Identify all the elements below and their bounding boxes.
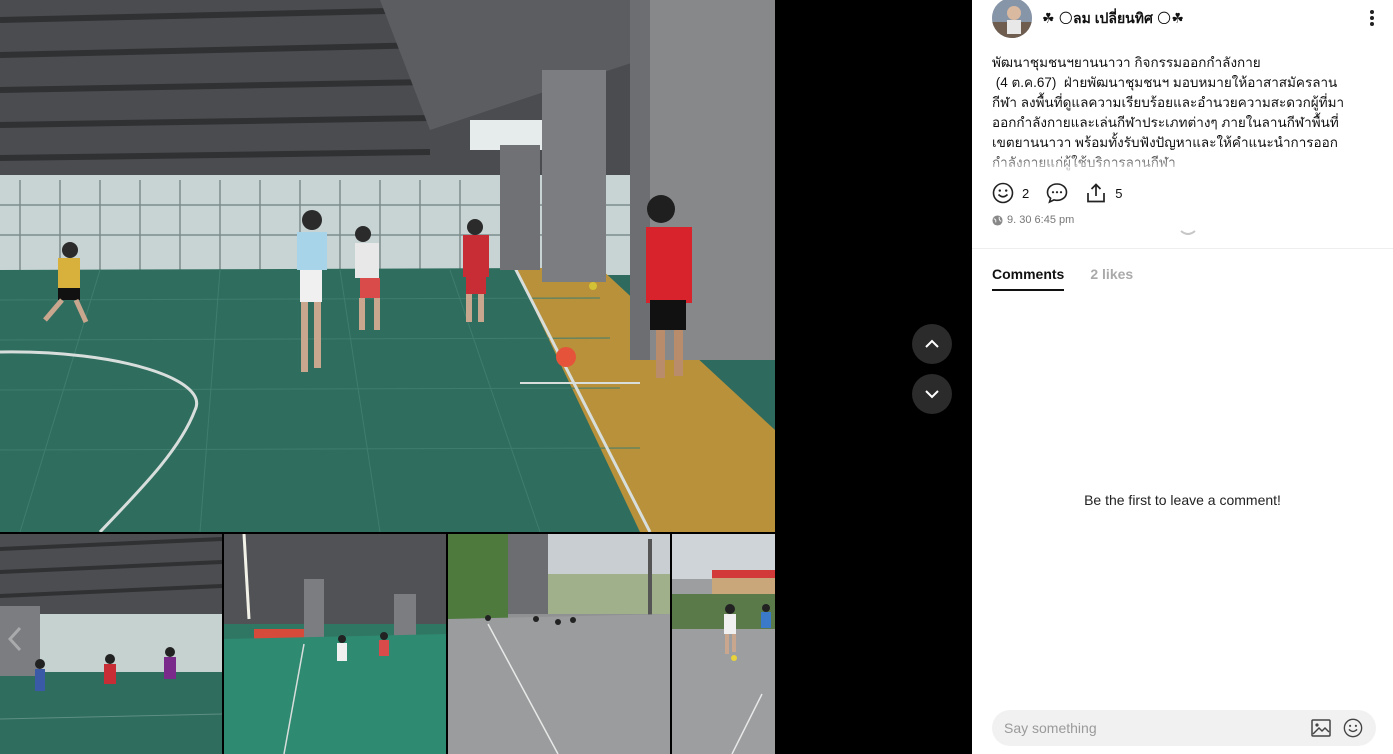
attach-image-button[interactable] — [1310, 717, 1332, 739]
emoji-button[interactable] — [1342, 717, 1364, 739]
reaction-button[interactable]: 2 — [992, 182, 1029, 204]
thumbnail-strip — [0, 534, 775, 754]
image-icon — [1311, 719, 1331, 737]
main-photo[interactable] — [0, 0, 775, 532]
thumbnail-1[interactable] — [0, 534, 222, 754]
post-panel: ☘ 🌕ลม เปลี่ยนทิศ 🌕☘ พัฒนาชุมชนฯยานนาวา ก… — [972, 0, 1393, 754]
emoji-icon — [1343, 718, 1363, 738]
divider — [972, 248, 1393, 249]
comment-tabs: Comments 2 likes — [992, 266, 1159, 291]
globe-icon — [992, 214, 1003, 226]
comment-input[interactable] — [1004, 720, 1300, 736]
share-count: 5 — [1115, 185, 1123, 201]
post-caption: พัฒนาชุมชนฯยานนาวา กิจกรรมออกกำลังกาย (4… — [992, 53, 1354, 173]
empty-comments-message: Be the first to leave a comment! — [1084, 492, 1281, 508]
author-name[interactable]: ☘ 🌕ลม เปลี่ยนทิศ 🌕☘ — [1042, 8, 1184, 30]
chevron-down-icon — [925, 390, 939, 399]
post-timestamp: 9. 30 6:45 pm — [992, 214, 1074, 226]
chevron-up-icon — [925, 339, 939, 348]
next-post-button[interactable] — [912, 374, 952, 414]
avatar[interactable] — [992, 0, 1032, 38]
thumbnail-2[interactable] — [224, 534, 446, 754]
post-actions: 2 5 — [992, 181, 1138, 205]
reaction-count: 2 — [1022, 185, 1030, 201]
post-header: ☘ 🌕ลม เปลี่ยนทิศ 🌕☘ — [992, 0, 1374, 38]
media-viewer — [0, 0, 972, 754]
chevron-left-icon — [8, 626, 22, 652]
comment-bubble-icon — [1046, 183, 1068, 204]
thumbnail-prev-button[interactable] — [8, 626, 36, 662]
share-icon — [1087, 183, 1106, 203]
thumbnail-3[interactable] — [448, 534, 670, 754]
tab-likes[interactable]: 2 likes — [1090, 266, 1133, 291]
previous-post-button[interactable] — [912, 324, 952, 364]
more-options-icon[interactable] — [1365, 8, 1379, 28]
thumbnail-4[interactable] — [672, 534, 775, 754]
expand-chevron-icon[interactable] — [1176, 228, 1200, 240]
comment-button[interactable] — [1045, 182, 1069, 204]
comment-composer — [992, 710, 1376, 746]
tab-comments[interactable]: Comments — [992, 266, 1065, 291]
smiley-icon — [992, 182, 1014, 204]
timestamp-text: 9. 30 6:45 pm — [1007, 214, 1075, 226]
share-button[interactable]: 5 — [1085, 182, 1122, 204]
